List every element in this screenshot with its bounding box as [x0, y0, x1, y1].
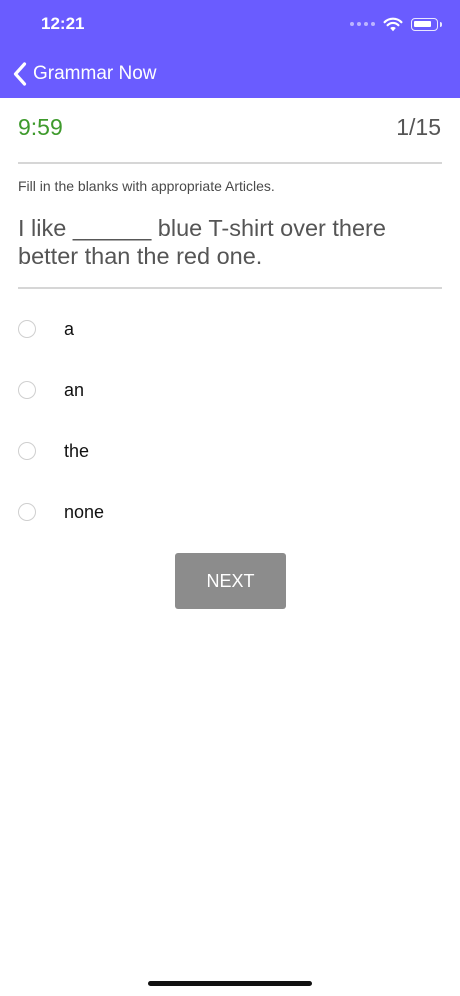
- divider: [18, 162, 442, 164]
- next-button[interactable]: NEXT: [175, 553, 286, 609]
- wifi-icon: [383, 17, 403, 31]
- option-label: the: [64, 440, 90, 461]
- back-button[interactable]: Grammar Now: [12, 58, 157, 90]
- countdown-timer: 9:59: [18, 114, 63, 140]
- question-counter: 1/15: [396, 114, 441, 140]
- option-none[interactable]: none: [0, 483, 460, 541]
- quiz-screen: 12:21 Grammar Now 9:59 1/15 Fill in the: [0, 0, 460, 996]
- chevron-left-icon: [13, 62, 27, 86]
- option-label: an: [64, 379, 85, 400]
- radio-button[interactable]: [18, 442, 36, 460]
- option-a[interactable]: a: [0, 300, 460, 358]
- option-the[interactable]: the: [0, 422, 460, 480]
- cellular-signal-icon: [350, 22, 375, 26]
- option-label: a: [64, 318, 75, 339]
- option-label: none: [64, 501, 105, 522]
- back-label: Grammar Now: [33, 63, 157, 84]
- header-bar: 12:21 Grammar Now: [0, 0, 460, 98]
- status-icons: [350, 16, 442, 32]
- radio-button[interactable]: [18, 503, 36, 521]
- home-indicator[interactable]: [148, 981, 312, 986]
- divider: [18, 287, 442, 289]
- question-text: I like ______ blue T-shirt over there be…: [18, 215, 386, 269]
- radio-button[interactable]: [18, 320, 36, 338]
- radio-button[interactable]: [18, 381, 36, 399]
- status-time: 12:21: [41, 14, 85, 33]
- battery-icon: [411, 17, 442, 31]
- option-an[interactable]: an: [0, 361, 460, 419]
- instruction-text: Fill in the blanks with appropriate Arti…: [18, 178, 275, 194]
